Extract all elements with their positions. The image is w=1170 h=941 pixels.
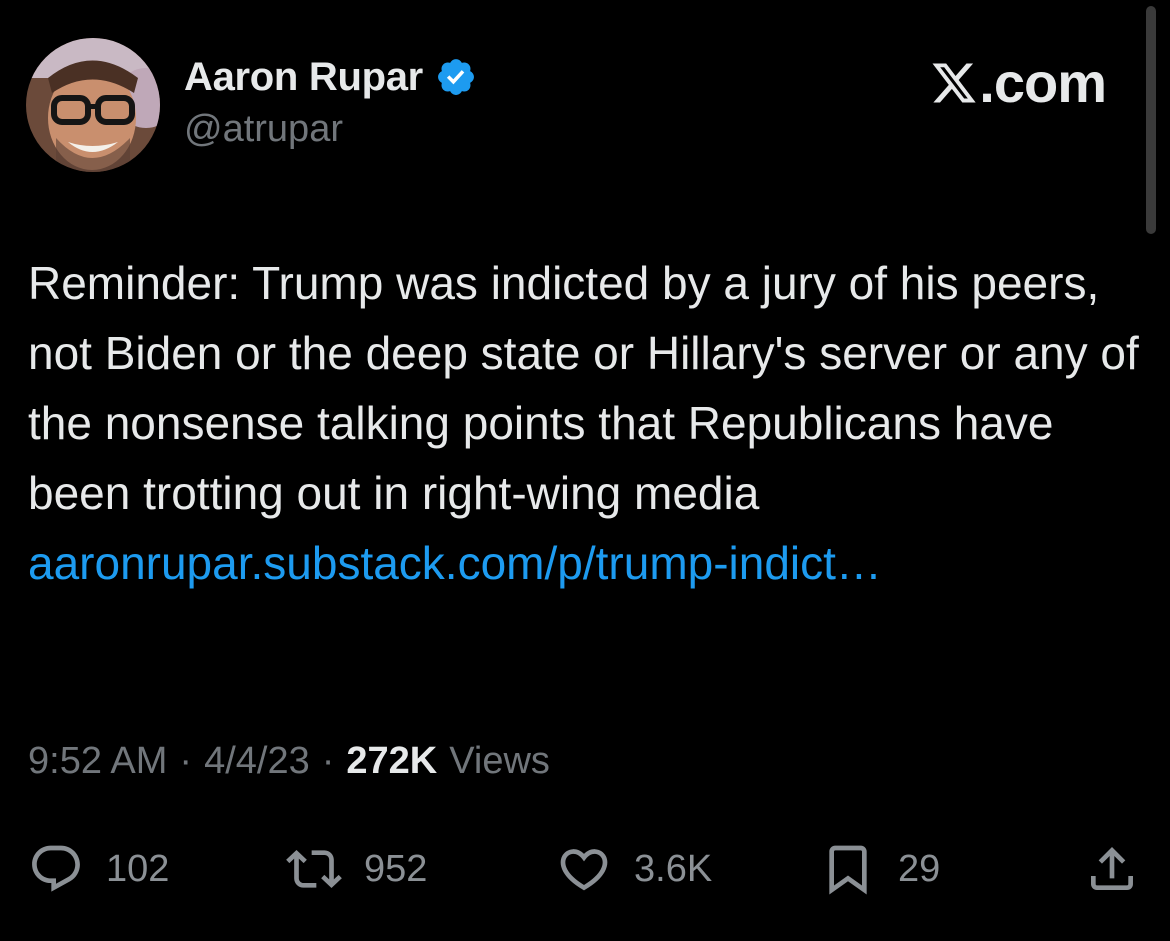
views-count[interactable]: 272K [346, 740, 437, 783]
bookmark-icon [829, 845, 867, 895]
x-logo-icon [932, 63, 976, 102]
heart-icon [560, 849, 608, 891]
like-count: 3.6K [634, 847, 713, 890]
share-button[interactable] [1084, 836, 1140, 902]
bookmark-button[interactable]: 29 [820, 836, 940, 902]
tweet-body: Reminder: Trump was indicted by a jury o… [28, 257, 1152, 519]
tweet-link[interactable]: aaronrupar.substack.com/p/trump-indict… [28, 537, 882, 589]
tweet-time[interactable]: 9:52 AM [28, 740, 167, 783]
meta-separator: · [179, 740, 193, 782]
share-icon [1091, 847, 1133, 890]
repost-button[interactable]: 952 [286, 836, 427, 902]
like-button[interactable]: 3.6K [556, 836, 712, 902]
brand-label: .com [979, 51, 1107, 114]
scrollbar[interactable] [1146, 6, 1156, 234]
display-name[interactable]: Aaron Rupar [184, 55, 423, 100]
repost-count: 952 [364, 847, 428, 890]
avatar[interactable] [26, 38, 160, 172]
tweet-text: Reminder: Trump was indicted by a jury o… [28, 248, 1148, 598]
meta-separator: · [321, 740, 335, 782]
user-handle[interactable]: @atrupar [184, 108, 343, 151]
views-label[interactable]: Views [449, 740, 550, 783]
tweet-date[interactable]: 4/4/23 [204, 740, 310, 783]
reply-icon [32, 845, 80, 892]
repost-icon [286, 850, 342, 888]
brand-logo: .com [929, 50, 1107, 115]
reply-count: 102 [106, 847, 170, 890]
action-bar: 102 952 3.6K 29 [0, 836, 1170, 906]
verified-badge-icon [438, 59, 474, 95]
bookmark-count: 29 [898, 847, 941, 890]
reply-button[interactable]: 102 [28, 836, 169, 902]
tweet-meta: 9:52 AM · 4/4/23 · 272K Views [28, 740, 550, 783]
